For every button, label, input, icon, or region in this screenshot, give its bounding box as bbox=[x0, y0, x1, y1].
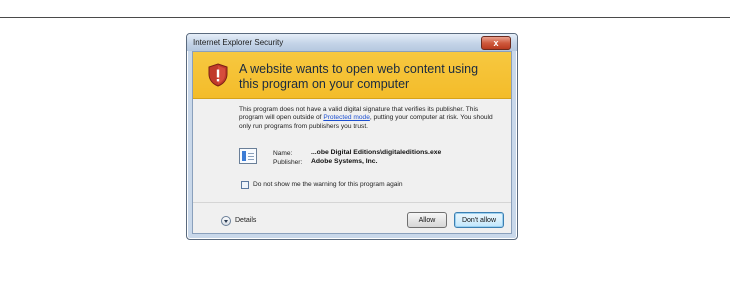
dialog-content: A website wants to open web content usin… bbox=[192, 51, 512, 234]
dont-show-warning-label[interactable]: Do not show me the warning for this prog… bbox=[253, 181, 403, 188]
warning-banner: A website wants to open web content usin… bbox=[193, 52, 511, 99]
security-shield-icon bbox=[208, 63, 228, 87]
publisher-value: Adobe Systems, Inc. bbox=[311, 158, 378, 165]
program-icon bbox=[239, 148, 257, 164]
allow-button[interactable]: Allow bbox=[407, 212, 447, 228]
close-button[interactable]: x bbox=[481, 36, 511, 50]
security-dialog: Internet Explorer Security x A website w… bbox=[186, 33, 518, 240]
expand-chevron-icon[interactable] bbox=[221, 216, 231, 226]
warning-description: This program does not have a valid digit… bbox=[239, 106, 501, 131]
dialog-title: Internet Explorer Security bbox=[193, 38, 284, 47]
dialog-titlebar[interactable]: Internet Explorer Security x bbox=[187, 34, 517, 51]
protected-mode-link[interactable]: Protected mode bbox=[323, 114, 370, 121]
name-value: ...obe Digital Editions\digitaleditions.… bbox=[311, 149, 442, 156]
dont-show-warning-checkbox[interactable] bbox=[241, 181, 249, 189]
publisher-label: Publisher: bbox=[273, 159, 303, 166]
top-divider bbox=[0, 17, 730, 18]
footer-divider bbox=[193, 202, 511, 203]
details-label[interactable]: Details bbox=[235, 217, 256, 224]
dont-allow-button[interactable]: Don't allow bbox=[454, 212, 504, 228]
warning-headline: A website wants to open web content usin… bbox=[239, 62, 479, 91]
name-label: Name: bbox=[273, 150, 293, 157]
